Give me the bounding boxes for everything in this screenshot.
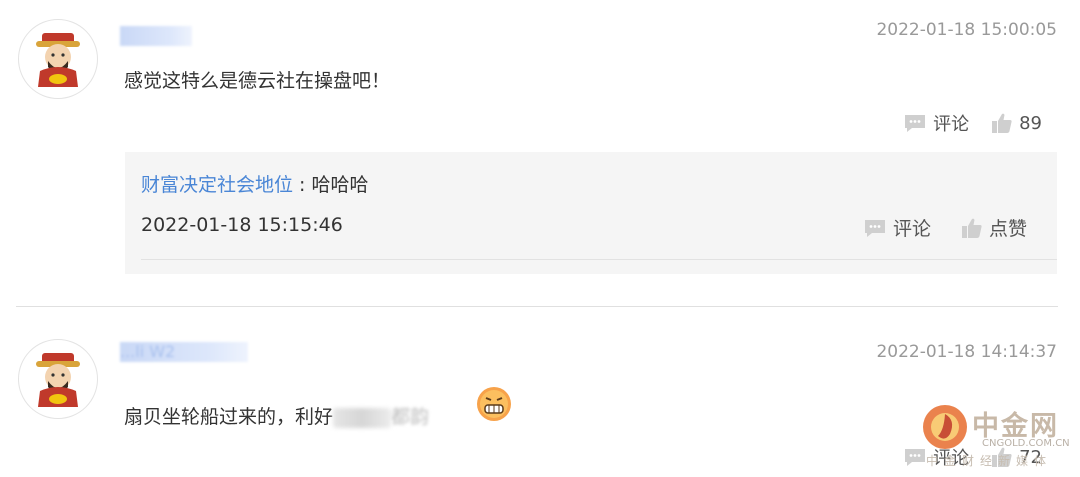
reply-actions: 评论 点赞 bbox=[863, 214, 1027, 241]
like-count: 89 bbox=[1019, 112, 1042, 134]
reply-username[interactable]: 财富决定社会地位 bbox=[141, 174, 293, 196]
comment-time: 2022-01-18 15:00:05 bbox=[876, 20, 1057, 40]
thumbs-up-icon bbox=[961, 217, 983, 239]
comment-time: 2022-01-18 14:14:37 bbox=[876, 342, 1057, 362]
comment-item: ...li W2 2022-01-18 14:14:37 扇贝坐轮船过来的，利好… bbox=[0, 320, 1080, 477]
reply-like-button[interactable]: 点赞 bbox=[961, 214, 1027, 241]
reply-text: 哈哈哈 bbox=[311, 174, 369, 196]
comment-icon bbox=[903, 447, 927, 467]
caishen-avatar-icon bbox=[36, 353, 80, 407]
watermark-subtitle: 中金财经新媒体 bbox=[926, 454, 1053, 468]
reply-box: 财富决定社会地位 : 哈哈哈 2022-01-18 15:15:46 评论 点赞 bbox=[125, 152, 1057, 274]
reply-separator: : bbox=[293, 174, 312, 196]
comment-content: 扇贝坐轮船过来的，利好 都韵 bbox=[124, 402, 429, 429]
watermark-url: CNGOLD.COM.CN bbox=[982, 438, 1070, 449]
comment-icon bbox=[863, 218, 887, 238]
username[interactable] bbox=[120, 26, 192, 46]
cngold-logo-icon bbox=[923, 405, 967, 449]
reply-like-label: 点赞 bbox=[988, 218, 1027, 240]
grinning-emoji-icon bbox=[477, 387, 511, 421]
comment-actions: 评论 89 bbox=[903, 110, 1042, 136]
thumbs-up-icon bbox=[991, 112, 1013, 134]
reply-comment-label: 评论 bbox=[892, 218, 931, 240]
comment-label: 评论 bbox=[933, 114, 970, 135]
comment-icon bbox=[903, 113, 927, 133]
content-suffix: 都韵 bbox=[391, 406, 430, 428]
comment-button[interactable]: 评论 bbox=[903, 110, 969, 136]
comment-item: 2022-01-18 15:00:05 感觉这特么是德云社在操盘吧！ 评论 89… bbox=[0, 0, 1080, 300]
like-button[interactable]: 89 bbox=[991, 112, 1042, 134]
caishen-avatar-icon bbox=[36, 33, 80, 87]
comment-divider bbox=[16, 306, 1058, 307]
content-text: 扇贝坐轮船过来的，利好 bbox=[124, 406, 334, 428]
comment-content: 感觉这特么是德云社在操盘吧！ bbox=[124, 70, 391, 92]
username[interactable]: ...li W2 bbox=[120, 342, 248, 362]
reply-divider bbox=[141, 259, 1057, 260]
reply-line: 财富决定社会地位 : 哈哈哈 bbox=[141, 170, 369, 197]
avatar[interactable] bbox=[18, 339, 98, 419]
redacted-text bbox=[333, 407, 392, 428]
reply-time: 2022-01-18 15:15:46 bbox=[141, 214, 343, 236]
reply-comment-button[interactable]: 评论 bbox=[863, 214, 931, 241]
avatar[interactable] bbox=[18, 19, 98, 99]
